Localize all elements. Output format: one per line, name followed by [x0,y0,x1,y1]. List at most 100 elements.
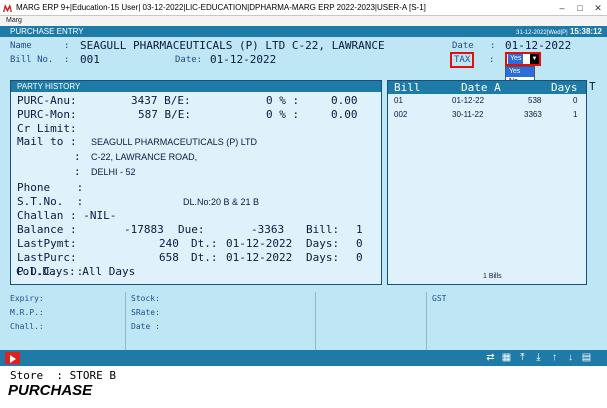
bill-row-2-date: 30-11-22 [452,110,484,119]
bills-overflow-column: T [589,80,596,93]
purc-anu-label: PURC-Anu: [17,94,77,107]
menu-item-marg[interactable]: Marg [6,17,22,24]
bills-col-date: Date A [461,81,501,94]
purc-mon-amount: 587 B/E: [138,108,191,121]
balance-amount: -17883 [124,223,164,236]
lastpurc-dt-label: Dt.: [191,251,218,264]
due-amount: -3363 [251,223,285,236]
minimize-button[interactable]: – [553,0,571,15]
main-area: PURCHASE ENTRY 31-12-2022|Wed|P| 15:38:1… [0,26,607,350]
address-colon-2: : [74,150,81,163]
maximize-button[interactable]: □ [571,0,589,15]
tax-selected-value: Yes [508,54,524,64]
lastpymt-label: LastPymt: [17,237,77,250]
expiry-label: Expiry: [10,294,44,303]
name-separator: : [64,41,70,51]
address-line-3: DELHI - 52 [91,167,136,177]
chevron-down-icon[interactable]: ▼ [530,54,539,64]
store-indicator: Store : STORE B [10,369,116,382]
chall-label: Chall.: [10,322,44,331]
lastpymt-days: 0 [356,237,363,250]
address-line-2: C-22, LAWRANCE ROAD, [91,152,198,162]
footer-panel: Store : STORE B PURCHASE [0,366,607,408]
col-days-label: Col.Days: All Days [16,265,136,278]
bottom-toolbar: ⇄ ▦ ⤒ ⤓ ↑ ↓ ▤ [0,350,607,366]
calculator-icon[interactable]: ▦ [500,351,513,365]
bill-row-1-date: 01-12-22 [452,96,485,105]
entry-date-field[interactable]: 01-12-2022 [505,39,571,52]
lastpymt-amount: 240 [159,237,179,250]
lastpurc-days-label: Days: [306,251,340,264]
balance-label: Balance : [17,223,77,236]
arrow-up-icon[interactable]: ↑ [548,351,561,365]
window-title: MARG ERP 9+|Education-15 User| 03-12-202… [16,3,426,12]
bill-row-1-amount: 538 [528,96,542,105]
bill-row-1-days: 0 [573,96,578,105]
party-history-title: PARTY HISTORY [11,81,381,92]
bill-no-label: Bill No. [10,55,54,65]
date-label: Date [452,41,474,51]
purc-anu-value: 0.00 [331,94,358,107]
bill-date-field[interactable]: 01-12-2022 [210,53,276,66]
bill-count-label: Bill: [306,223,340,236]
lastpurc-amount: 658 [159,251,179,264]
shuffle-icon[interactable]: ⇄ [484,351,497,365]
bill-no-field[interactable]: 001 [80,53,100,66]
purc-anu-amount: 3437 B/E: [131,94,191,107]
align-bottom-icon[interactable]: ⤓ [532,351,545,365]
lastpurc-date: 01-12-2022 [226,251,293,264]
tax-option-yes[interactable]: Yes [506,67,534,77]
bill-no-separator: : [64,55,70,65]
lastpurc-days: 0 [356,251,363,264]
bill-row-2-amount: 3363 [524,110,542,119]
bills-col-days: Days [551,81,578,94]
mail-to-label: Mail to : [17,135,77,148]
due-label: Due: [178,223,205,236]
bill-row-2-days: 1 [573,110,578,119]
purc-mon-value: 0.00 [331,108,358,121]
bills-header: Bill Date A Days [388,81,586,94]
dl-number: DL.No:20 B & 21 B [183,197,260,207]
supplier-name-field[interactable]: SEAGULL PHARMACEUTICALS (P) LTD C-22, LA… [80,39,385,52]
purc-mon-percent: 0 % : [266,108,300,121]
screen-title: PURCHASE ENTRY [10,27,84,36]
stock-label: Stock: [131,294,160,303]
name-label: Name [10,41,32,51]
address-colon-3: : [74,165,81,178]
arrow-down-icon[interactable]: ↓ [564,351,577,365]
bills-summary: 1 Bills [483,273,502,280]
menu-bar: Marg [0,16,607,26]
lastpymt-date: 01-12-2022 [226,237,293,250]
play-icon[interactable] [5,352,20,364]
bill-row-2-number[interactable]: 002 [394,110,407,119]
purc-mon-label: PURC-Mon: [17,108,77,121]
align-top-icon[interactable]: ⤒ [516,351,529,365]
bill-date-label: Date: [175,55,203,65]
close-button[interactable]: ✕ [589,0,607,15]
purc-anu-percent: 0 % : [266,94,300,107]
bill-count: 1 [356,223,363,236]
grid-icon[interactable]: ▤ [580,351,593,365]
pending-bills-panel: Bill Date A Days 01 01-12-22 538 0 002 3… [387,80,587,285]
lastpurc-label: LastPurc: [17,251,77,264]
stno-label: S.T.No. : [17,195,84,208]
lastpymt-days-label: Days: [306,237,340,250]
mrp-label: M.R.P.: [10,308,44,317]
phone-label: Phone : [17,181,84,194]
srate-label: SRate: [131,308,160,317]
date-time-readout: 31-12-2022|Wed|P| 15:38:12 [516,27,602,36]
party-history-panel: PARTY HISTORY PURC-Anu: 3437 B/E: 0 % : … [10,80,382,285]
header-bar: PURCHASE ENTRY 31-12-2022|Wed|P| 15:38:1… [0,26,607,37]
date-separator: : [490,41,496,51]
app-logo-icon [3,4,12,12]
mode-indicator: PURCHASE [8,382,93,399]
bill-row-1-number[interactable]: 01 [394,96,403,105]
tax-label: TAX [450,52,475,68]
lastpymt-dt-label: Dt.: [191,237,218,250]
bottom-date-label: Date : [131,322,160,331]
tax-select[interactable]: Yes ▼ [505,52,541,66]
challan-label: Challan : -NIL- [17,209,117,222]
gst-label: GST [432,294,447,303]
window-title-bar: MARG ERP 9+|Education-15 User| 03-12-202… [0,0,607,16]
address-line-1: SEAGULL PHARMACEUTICALS (P) LTD [91,137,258,147]
